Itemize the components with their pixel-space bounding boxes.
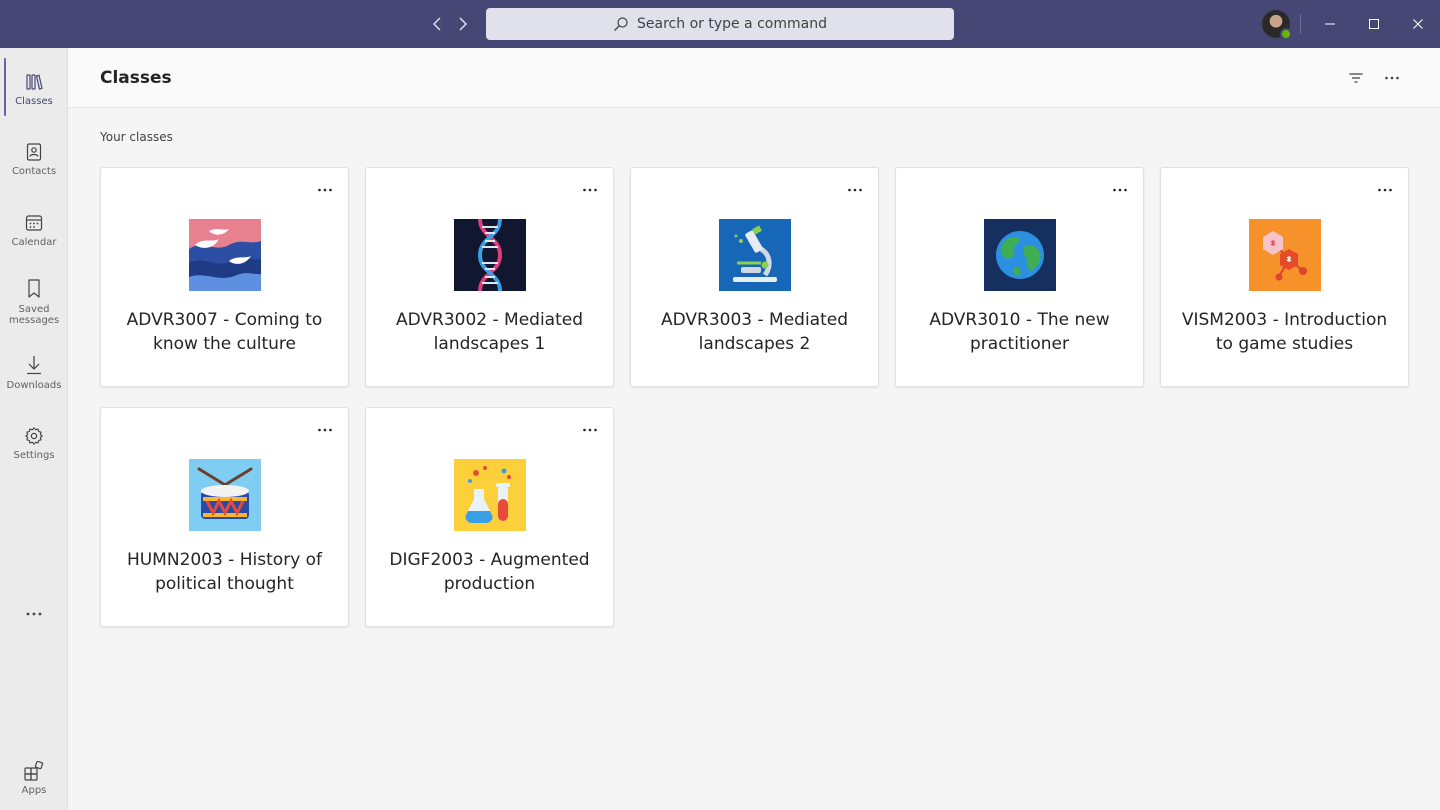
rail-item-calendar[interactable]: Calendar <box>0 213 68 248</box>
class-card[interactable]: ADVR3003 - Mediated landscapes 2 <box>630 167 879 387</box>
rail-item-label: Classes <box>15 96 53 107</box>
class-card[interactable]: ADVR3007 - Coming to know the culture <box>100 167 349 387</box>
search-icon <box>614 17 628 31</box>
card-more-button[interactable] <box>844 182 866 198</box>
card-more-button[interactable] <box>314 422 336 438</box>
download-icon <box>27 356 41 375</box>
title-bar: Search or type a command <box>0 0 1440 48</box>
waves-icon <box>189 219 261 291</box>
rail-item-settings[interactable]: Settings <box>0 426 68 461</box>
rail-item-label: Downloads <box>6 380 62 391</box>
close-icon <box>1413 19 1423 29</box>
class-title: ADVR3002 - Mediated landscapes 1 <box>395 310 584 354</box>
maximize-icon <box>1369 19 1379 29</box>
card-more-button[interactable] <box>579 182 601 198</box>
class-title: HUMN2003 - History of political thought <box>126 550 323 594</box>
back-button[interactable] <box>427 13 449 35</box>
drum-icon <box>189 459 261 531</box>
filter-icon <box>1349 73 1363 83</box>
card-more-button[interactable] <box>579 422 601 438</box>
minimize-button[interactable] <box>1318 12 1342 36</box>
more-horizontal-icon <box>318 188 332 192</box>
more-horizontal-icon <box>848 188 862 192</box>
more-horizontal-icon <box>26 612 42 616</box>
rail-item-contacts[interactable]: Contacts <box>0 142 68 177</box>
page-header: Classes <box>68 48 1440 108</box>
forward-button[interactable] <box>451 13 473 35</box>
more-horizontal-icon <box>318 428 332 432</box>
apps-icon <box>24 761 44 781</box>
microscope-icon <box>719 219 791 291</box>
rail-item-saved-messages[interactable]: Saved messages <box>0 278 68 326</box>
contact-card-icon <box>26 143 42 161</box>
card-more-button[interactable] <box>314 182 336 198</box>
molecules-icon <box>1249 219 1321 291</box>
books-icon <box>26 74 43 90</box>
more-horizontal-icon <box>1385 76 1399 80</box>
chevron-left-icon <box>433 17 441 31</box>
more-horizontal-icon <box>583 188 597 192</box>
maximize-button[interactable] <box>1362 12 1386 36</box>
class-card[interactable]: DIGF2003 - Augmented production <box>365 407 614 627</box>
class-card[interactable]: ADVR3010 - The new practitioner <box>895 167 1144 387</box>
class-title: ADVR3010 - The new practitioner <box>929 310 1110 354</box>
page-title: Classes <box>100 68 172 88</box>
chevron-right-icon <box>459 17 467 31</box>
section-label-your-classes: Your classes <box>100 130 173 144</box>
more-options-button[interactable] <box>1380 66 1404 90</box>
rail-item-label: Saved messages <box>9 304 60 326</box>
more-apps-button[interactable] <box>0 604 68 624</box>
presence-available-icon <box>1280 28 1292 40</box>
rail-item-label: Settings <box>13 450 55 461</box>
filter-button[interactable] <box>1344 66 1368 90</box>
bookmark-icon <box>28 279 40 298</box>
search-placeholder: Search or type a command <box>637 16 827 32</box>
more-horizontal-icon <box>1378 188 1392 192</box>
more-horizontal-icon <box>583 428 597 432</box>
rail-item-classes[interactable]: Classes <box>0 72 68 107</box>
app-rail: Classes Contacts Calendar Saved messages… <box>0 48 68 810</box>
search-input[interactable]: Search or type a command <box>486 8 954 40</box>
lab-flasks-icon <box>454 459 526 531</box>
calendar-icon <box>25 215 43 231</box>
rail-item-label: Contacts <box>11 166 57 177</box>
dna-icon <box>454 219 526 291</box>
close-button[interactable] <box>1406 12 1430 36</box>
class-card[interactable]: HUMN2003 - History of political thought <box>100 407 349 627</box>
card-more-button[interactable] <box>1374 182 1396 198</box>
class-title: VISM2003 - Introduction to game studies <box>1181 310 1388 354</box>
more-horizontal-icon <box>1113 188 1127 192</box>
rail-item-apps[interactable]: Apps <box>0 761 68 796</box>
card-more-button[interactable] <box>1109 182 1131 198</box>
class-title: DIGF2003 - Augmented production <box>389 550 590 594</box>
rail-item-downloads[interactable]: Downloads <box>0 354 68 391</box>
minimize-icon <box>1325 23 1335 25</box>
class-title: ADVR3007 - Coming to know the culture <box>126 310 323 354</box>
class-title: ADVR3003 - Mediated landscapes 2 <box>660 310 849 354</box>
rail-item-label: Calendar <box>11 237 57 248</box>
globe-icon <box>984 219 1056 291</box>
avatar[interactable] <box>1262 10 1292 40</box>
gear-icon <box>25 427 43 445</box>
class-card[interactable]: ADVR3002 - Mediated landscapes 1 <box>365 167 614 387</box>
rail-item-label: Apps <box>21 785 47 796</box>
titlebar-divider <box>1300 14 1301 34</box>
class-card[interactable]: VISM2003 - Introduction to game studies <box>1160 167 1409 387</box>
